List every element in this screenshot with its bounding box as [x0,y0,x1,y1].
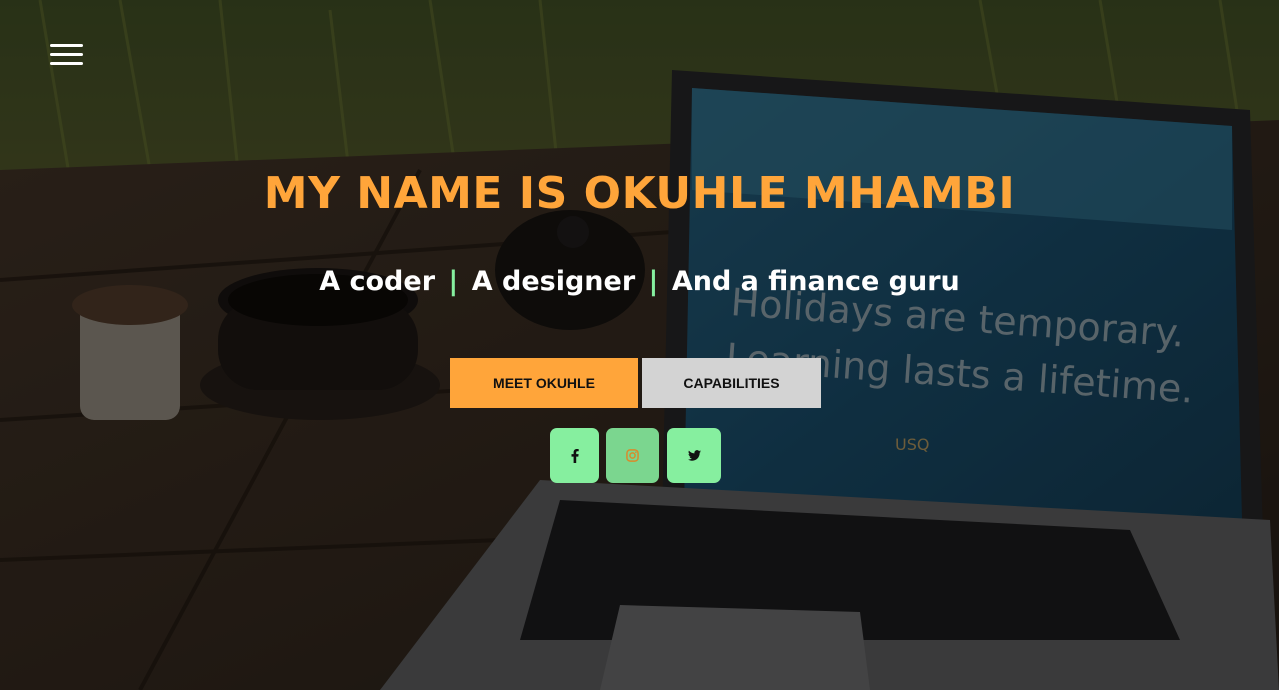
twitter-button[interactable] [667,428,721,483]
instagram-icon [626,449,639,462]
twitter-icon [687,450,701,461]
facebook-button[interactable] [550,428,599,483]
tagline-separator: | [448,266,459,297]
hero-tagline: A coder | A designer | And a finance gur… [0,266,1279,297]
hero-title: MY NAME IS OKUHLE MHAMBI [263,168,1016,219]
tagline-coder: A coder [319,266,436,297]
hero-section: Holidays are temporary. Learning lasts a… [0,0,1279,690]
tagline-separator: | [648,266,659,297]
instagram-button[interactable] [606,428,659,483]
capabilities-button[interactable]: CAPABILITIES [642,358,821,408]
facebook-icon [571,448,579,463]
tagline-finance: And a finance guru [671,266,960,297]
meet-okuhle-button[interactable]: MEET OKUHLE [450,358,638,408]
menu-bar-bottom [50,62,83,65]
tagline-designer: A designer [471,266,636,297]
menu-bar-top [50,44,83,47]
menu-bar-middle [50,53,83,56]
hamburger-menu-icon[interactable] [50,43,83,67]
dark-overlay [0,0,1279,690]
